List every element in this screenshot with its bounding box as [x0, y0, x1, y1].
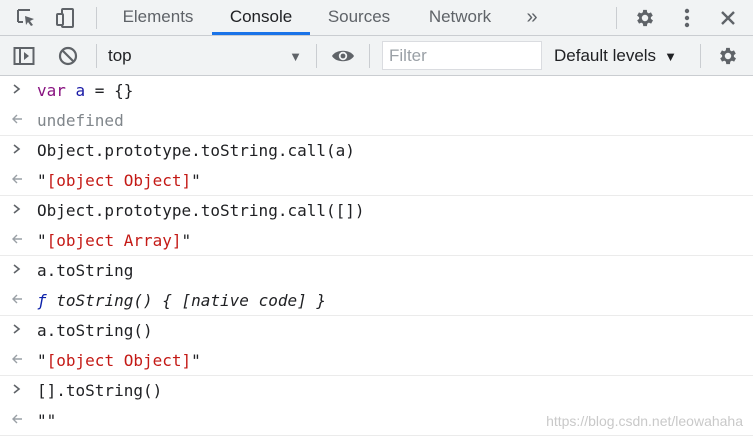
console-input-row: Object.prototype.toString.call(a) [0, 136, 753, 166]
divider [369, 44, 370, 68]
console-command-text: Object.prototype.toString.call([]) [37, 201, 365, 221]
result-arrow-icon [11, 113, 23, 127]
more-vertical-icon[interactable] [675, 6, 699, 30]
console-command-text: Object.prototype.toString.call(a) [37, 141, 355, 161]
console-token: [object Array] [46, 231, 182, 250]
tab-network[interactable]: Network [412, 0, 508, 35]
console-input-row: a.toString() [0, 316, 753, 346]
dropdown-arrow-icon: ▼ [664, 49, 677, 64]
console-token: toString() { [native code] } [46, 291, 326, 310]
divider [96, 7, 97, 29]
tab-console[interactable]: Console [212, 0, 310, 35]
console-token: a [65, 81, 86, 100]
console-command-text: var a = {} [37, 81, 133, 101]
console-token: [].toString() [37, 381, 163, 400]
console-result-text: "" [37, 411, 56, 431]
console-command-text: [].toString() [37, 381, 162, 401]
console-input-row: a.toString [0, 256, 753, 286]
context-value: top [108, 46, 132, 65]
tab-elements[interactable]: Elements [108, 0, 208, 35]
console-token: var [37, 81, 66, 100]
settings-gear-icon[interactable] [633, 6, 657, 30]
console-toolbar: top ▼ Filter Default levels ▼ [0, 36, 753, 76]
console-token: a.toString [37, 261, 134, 280]
console-output[interactable]: var a = {} undefined Object.prototype.toSt… [0, 76, 753, 436]
console-result-text: "[object Object]" [37, 351, 201, 371]
devtools-tab-bar: Elements Console Sources Network » [0, 0, 753, 36]
console-token: " [37, 231, 47, 250]
inspect-element-icon[interactable] [14, 6, 38, 30]
more-tabs-button[interactable]: » [518, 0, 546, 35]
console-result-text: "[object Object]" [37, 171, 201, 191]
sidebar-toggle-icon[interactable] [12, 44, 36, 68]
console-token: " [191, 351, 201, 370]
close-icon[interactable] [716, 6, 740, 30]
result-arrow-icon [11, 353, 23, 367]
console-output-row: ƒ toString() { [native code] } [0, 286, 753, 316]
result-arrow-icon [11, 173, 23, 187]
console-result-text: "[object Array]" [37, 231, 191, 251]
console-token: " [191, 171, 201, 190]
log-levels-dropdown[interactable]: Default levels ▼ [554, 39, 677, 72]
tab-sources[interactable]: Sources [314, 0, 404, 35]
result-arrow-icon [11, 293, 23, 307]
context-selector[interactable]: top ▼ [102, 39, 310, 72]
prompt-chevron-icon [11, 383, 23, 397]
divider [96, 44, 97, 68]
console-command-text: a.toString [37, 261, 133, 281]
console-token: [object Object] [46, 351, 192, 370]
console-token: = {} [85, 81, 134, 100]
prompt-chevron-icon [11, 323, 23, 337]
console-token: a.toString() [37, 321, 153, 340]
device-toolbar-icon[interactable] [53, 6, 77, 30]
clear-console-icon[interactable] [56, 44, 80, 68]
console-output-row: undefined [0, 106, 753, 136]
prompt-chevron-icon [11, 143, 23, 157]
console-output-row: "[object Array]" [0, 226, 753, 256]
result-arrow-icon [11, 233, 23, 247]
console-token: " [37, 171, 47, 190]
console-token: undefined [37, 111, 124, 130]
console-input-row: Object.prototype.toString.call([]) [0, 196, 753, 226]
console-token: "" [37, 411, 57, 430]
console-command-text: a.toString() [37, 321, 153, 341]
prompt-chevron-icon [11, 263, 23, 277]
console-token: " [181, 231, 192, 250]
dropdown-arrow-icon: ▼ [289, 49, 302, 64]
watermark: https://blog.csdn.net/leowahaha [546, 413, 743, 429]
log-levels-label: Default levels [554, 46, 657, 65]
divider [616, 7, 617, 29]
console-output-row: "[object Object]" [0, 346, 753, 376]
console-token: " [37, 351, 47, 370]
console-token: [object Object] [46, 171, 192, 190]
prompt-chevron-icon [11, 83, 23, 97]
console-result-text: undefined [37, 111, 124, 131]
console-token: ƒ [37, 291, 47, 310]
prompt-chevron-icon [11, 203, 23, 217]
divider [316, 44, 317, 68]
console-input-row: var a = {} [0, 76, 753, 106]
console-input-row: [].toString() [0, 376, 753, 406]
console-token: Object.prototype.toString.call(a) [37, 141, 355, 160]
result-arrow-icon [11, 413, 23, 427]
console-output-row: "[object Object]" [0, 166, 753, 196]
console-settings-gear-icon[interactable] [716, 44, 740, 68]
divider [700, 44, 701, 68]
console-result-text: ƒ toString() { [native code] } [37, 291, 326, 311]
filter-input[interactable]: Filter [382, 41, 542, 70]
live-expression-eye-icon[interactable] [330, 44, 356, 68]
console-token: Object.prototype.toString.call([]) [37, 201, 365, 220]
